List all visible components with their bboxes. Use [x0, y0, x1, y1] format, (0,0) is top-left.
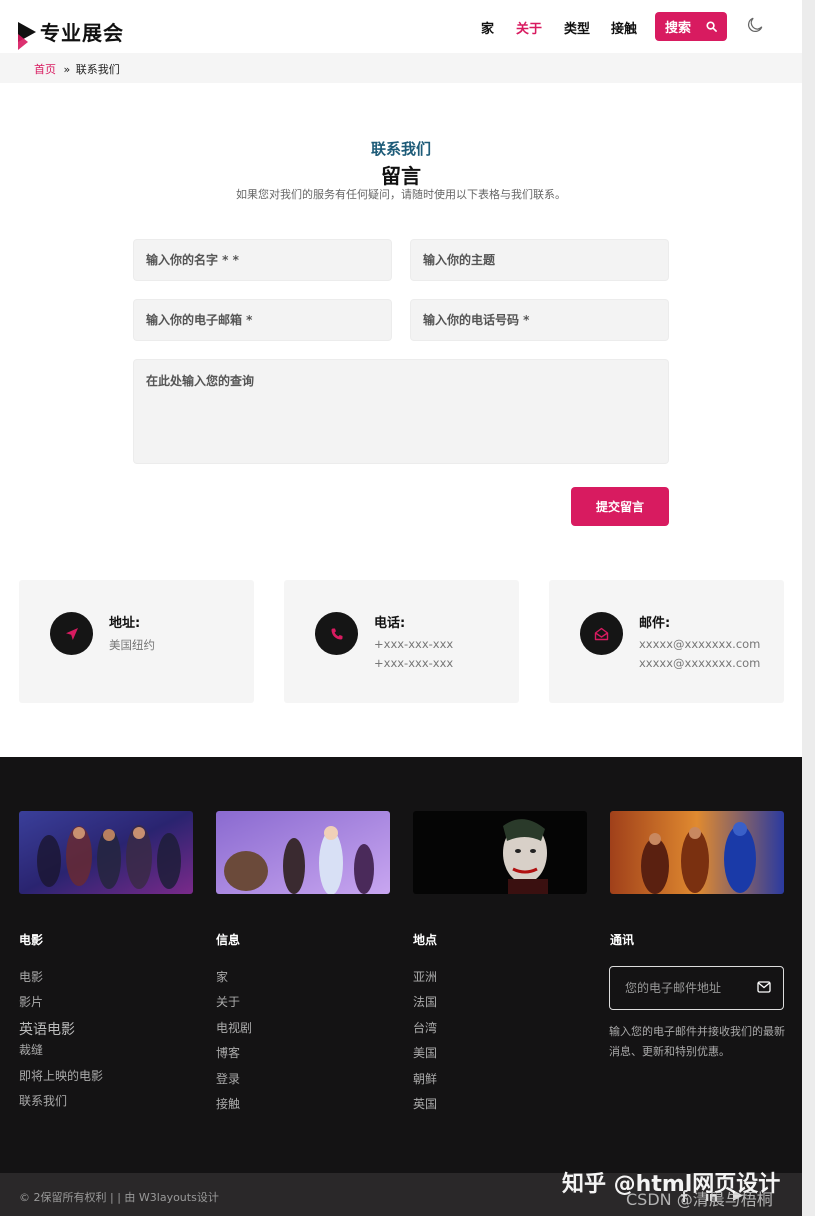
movie-thumbnail-frozen[interactable]: [216, 811, 390, 894]
address-line: 美国纽约: [109, 638, 155, 652]
newsletter-email-input[interactable]: [610, 967, 750, 1009]
footer-newsletter-title: 通讯: [610, 933, 635, 947]
csdn-watermark: CSDN @清晨与梧桐: [626, 1190, 773, 1209]
footer-link[interactable]: 登录: [216, 1070, 240, 1087]
envelope-open-icon: [580, 612, 623, 655]
breadcrumb-current: 联系我们: [75, 63, 120, 76]
movie-thumbnail-avengers[interactable]: [19, 811, 193, 894]
brand-name: 专业展会: [40, 21, 124, 45]
phone-card: 电话: +xxx-xxx-xxx +xxx-xxx-xxx: [284, 580, 519, 703]
footer-link[interactable]: 即将上映的电影: [19, 1067, 103, 1084]
message-field[interactable]: [133, 359, 669, 464]
footer-link[interactable]: 英语电影: [19, 1019, 75, 1039]
name-field[interactable]: [133, 239, 392, 281]
page-title: 留言: [381, 164, 421, 188]
location-arrow-icon: [50, 612, 93, 655]
breadcrumb-separator: »: [63, 63, 71, 76]
logo[interactable]: 专业展会: [18, 17, 124, 50]
email-field[interactable]: [133, 299, 392, 341]
movie-thumbnail-aladdin[interactable]: [610, 811, 784, 894]
nav-item-about[interactable]: 关于: [516, 18, 542, 37]
footer-link[interactable]: 电视剧: [216, 1019, 252, 1036]
search-icon: [706, 21, 717, 32]
site-header: 专业展会 家 关于 类型 接触 搜索: [0, 0, 802, 53]
address-card: 地址: 美国纽约: [19, 580, 254, 703]
address-title: 地址:: [109, 616, 141, 631]
submit-button[interactable]: 提交留言: [571, 487, 669, 526]
footer-link[interactable]: 关于: [216, 993, 240, 1010]
dark-mode-moon-icon[interactable]: [746, 16, 764, 34]
email-card: 邮件: xxxxx@xxxxxxx.com xxxxx@xxxxxxx.com: [549, 580, 784, 703]
footer-movies-title: 电影: [19, 933, 44, 947]
nav-item-contact[interactable]: 接触: [611, 18, 637, 37]
nav-item-home[interactable]: 家: [481, 18, 494, 37]
newsletter-description: 输入您的电子邮件并接收我们的最新消息、更新和特别优惠。: [609, 1025, 785, 1058]
email-line-1: xxxxx@xxxxxxx.com: [639, 637, 761, 651]
search-button-label: 搜索: [665, 21, 692, 36]
envelope-submit-icon[interactable]: [757, 981, 771, 993]
copyright-text: © 2保留所有权利 | | 由 W3layouts设计: [19, 1191, 219, 1204]
footer-link[interactable]: 博客: [216, 1044, 240, 1061]
footer-link[interactable]: 朝鲜: [413, 1070, 437, 1087]
email-title: 邮件:: [639, 616, 671, 631]
footer-info-title: 信息: [216, 933, 241, 947]
footer-link[interactable]: 台湾: [413, 1019, 437, 1036]
subject-field[interactable]: [410, 239, 669, 281]
footer-link[interactable]: 联系我们: [19, 1092, 67, 1109]
page: 专业展会 家 关于 类型 接触 搜索 首页 » 联系我们 联系我们 留言 如果您…: [0, 0, 802, 1216]
newsletter-form: [609, 966, 784, 1010]
breadcrumb-home-link[interactable]: 首页: [34, 63, 56, 76]
section-description: 如果您对我们的服务有任何疑问，请随时使用以下表格与我们联系。: [236, 188, 566, 201]
breadcrumb-bar: 首页 » 联系我们: [0, 53, 802, 83]
footer-link[interactable]: 接触: [216, 1095, 240, 1112]
nav-item-types[interactable]: 类型: [564, 18, 590, 37]
footer-link[interactable]: 英国: [413, 1095, 437, 1112]
footer-link[interactable]: 亚洲: [413, 968, 437, 985]
footer-link[interactable]: 美国: [413, 1044, 437, 1061]
phone-title: 电话:: [374, 616, 406, 631]
phone-line-2: +xxx-xxx-xxx: [374, 656, 454, 670]
play-logo-icon: [18, 21, 36, 50]
section-subtitle: 联系我们: [370, 140, 431, 158]
movie-thumbnail-joker[interactable]: [413, 811, 587, 894]
phone-icon: [315, 612, 358, 655]
search-button[interactable]: 搜索: [655, 12, 727, 41]
footer-locations-title: 地点: [413, 933, 438, 947]
phone-line-1: +xxx-xxx-xxx: [374, 637, 454, 651]
breadcrumb: 首页 » 联系我们: [34, 61, 120, 77]
footer-link[interactable]: 家: [216, 968, 228, 985]
site-footer: 电影 电影 影片 英语电影 裁缝 即将上映的电影 联系我们 信息 家 关于 电视…: [0, 757, 802, 1173]
email-line-2: xxxxx@xxxxxxx.com: [639, 656, 761, 670]
footer-link[interactable]: 裁缝: [19, 1041, 43, 1058]
footer-link[interactable]: 电影: [19, 968, 43, 985]
footer-link[interactable]: 法国: [413, 993, 437, 1010]
page-scrollbar-track[interactable]: [802, 0, 815, 1216]
footer-link[interactable]: 影片: [19, 993, 43, 1010]
phone-field[interactable]: [410, 299, 669, 341]
